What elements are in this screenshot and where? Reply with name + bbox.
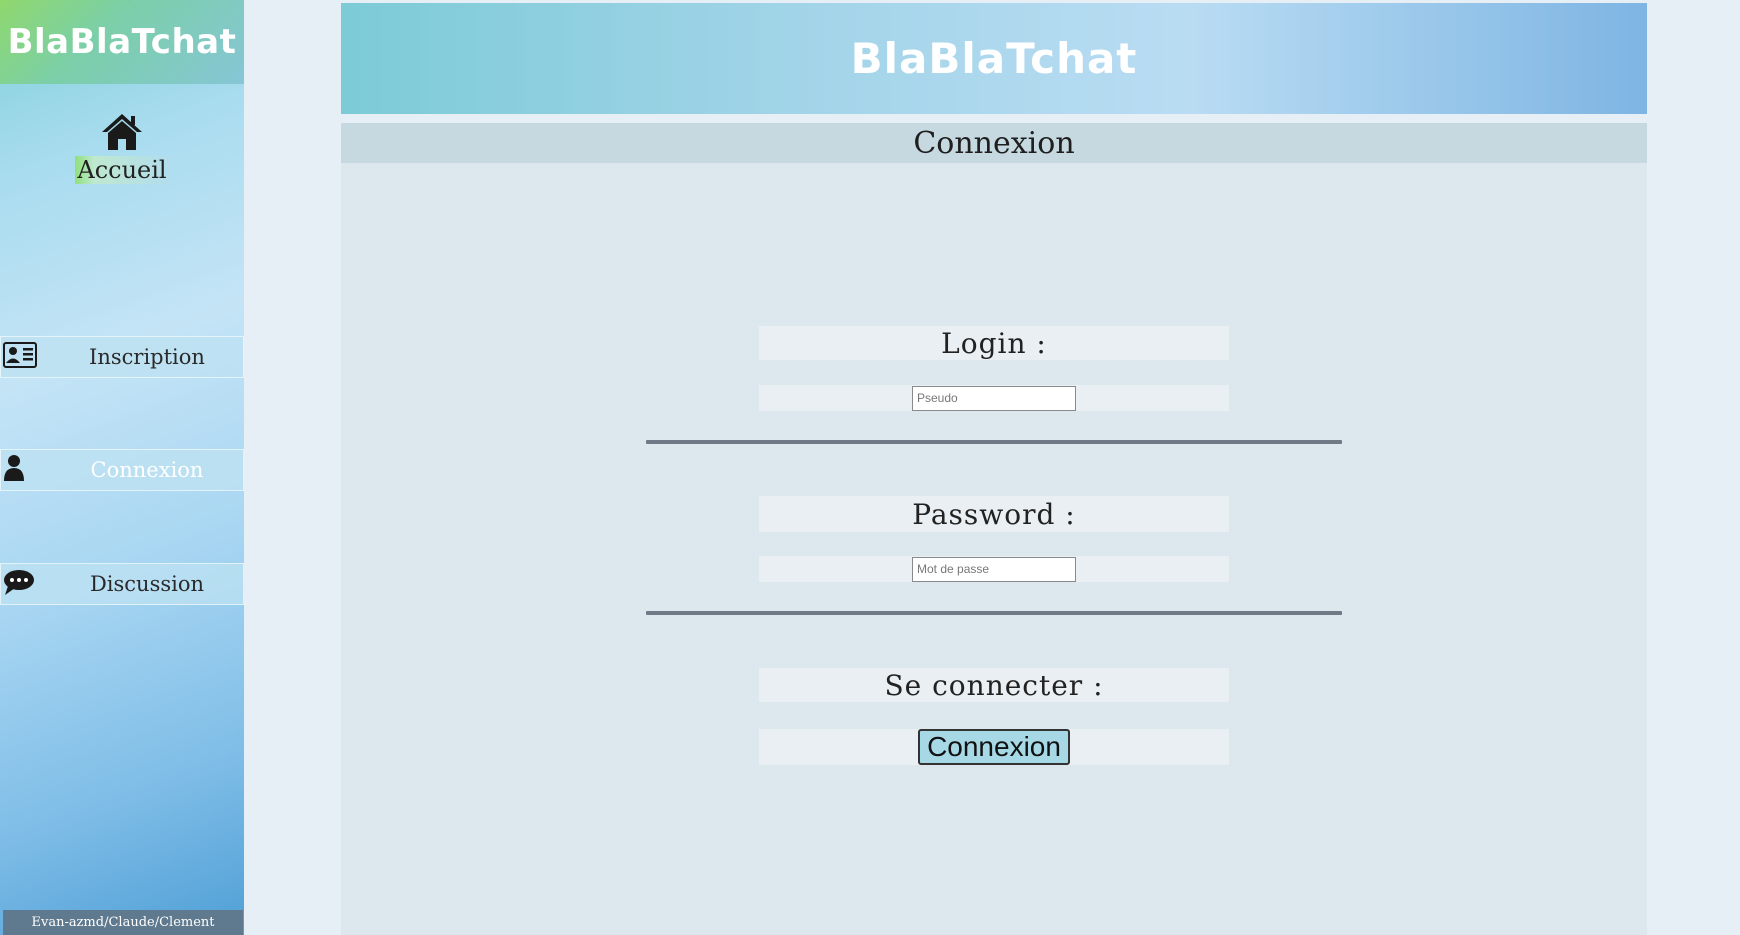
- user-icon: [3, 452, 39, 484]
- login-input-row: [759, 385, 1229, 411]
- credits-footer: Evan-azmd/Claude/Clement: [3, 910, 243, 935]
- login-label-row: Login :: [759, 326, 1229, 360]
- password-input-row: [759, 556, 1229, 582]
- id-card-icon: [3, 339, 39, 371]
- password-input[interactable]: [912, 556, 1076, 582]
- sidebar-item-label: Accueil: [75, 156, 169, 184]
- sidebar-item-home[interactable]: Accueil: [0, 112, 244, 184]
- submit-label: Se connecter :: [884, 668, 1104, 702]
- page-title: BlaBlaTchat: [850, 34, 1138, 83]
- password-label: Password :: [912, 497, 1076, 531]
- divider: [646, 440, 1342, 444]
- pseudo-input[interactable]: [912, 385, 1076, 411]
- panel-title-bar: Connexion: [341, 123, 1647, 163]
- divider: [646, 611, 1342, 615]
- sidebar-item-inscription[interactable]: Inscription: [0, 336, 244, 378]
- sidebar: BlaBlaTchat Accueil Inscription Connexio…: [0, 0, 244, 935]
- connexion-button[interactable]: Connexion: [918, 729, 1070, 765]
- page-header: BlaBlaTchat: [341, 3, 1647, 114]
- brand-text: BlaBlaTchat: [7, 22, 237, 62]
- sidebar-item-discussion[interactable]: Discussion: [0, 563, 244, 605]
- sidebar-item-connexion[interactable]: Connexion: [0, 449, 244, 491]
- login-panel: Connexion Login : Password : Se connecte…: [341, 123, 1647, 935]
- login-label: Login :: [941, 326, 1047, 360]
- submit-label-row: Se connecter :: [759, 668, 1229, 702]
- submit-button-row: Connexion: [759, 729, 1229, 765]
- home-icon: [100, 112, 144, 156]
- panel-title: Connexion: [913, 125, 1075, 161]
- password-label-row: Password :: [759, 496, 1229, 532]
- brand-logo[interactable]: BlaBlaTchat: [0, 0, 244, 84]
- chat-bubble-icon: [3, 566, 39, 598]
